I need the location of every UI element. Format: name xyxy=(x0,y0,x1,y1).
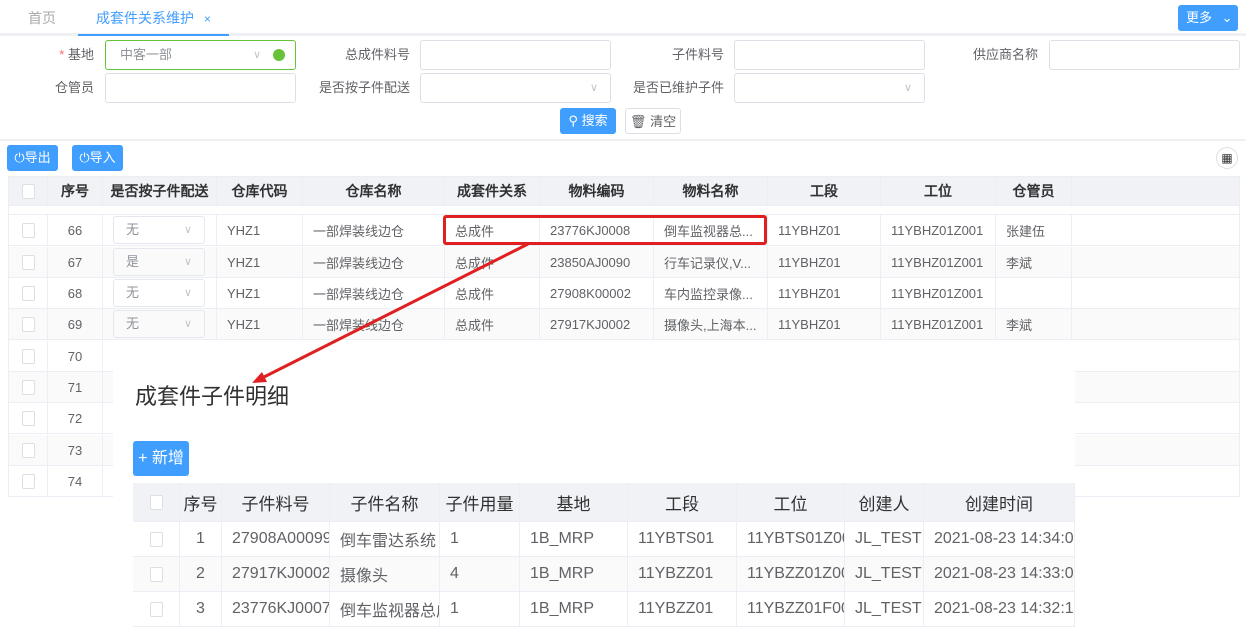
arrow-line xyxy=(261,242,529,380)
arrow-head xyxy=(252,372,267,383)
annotation-arrow xyxy=(252,242,529,383)
